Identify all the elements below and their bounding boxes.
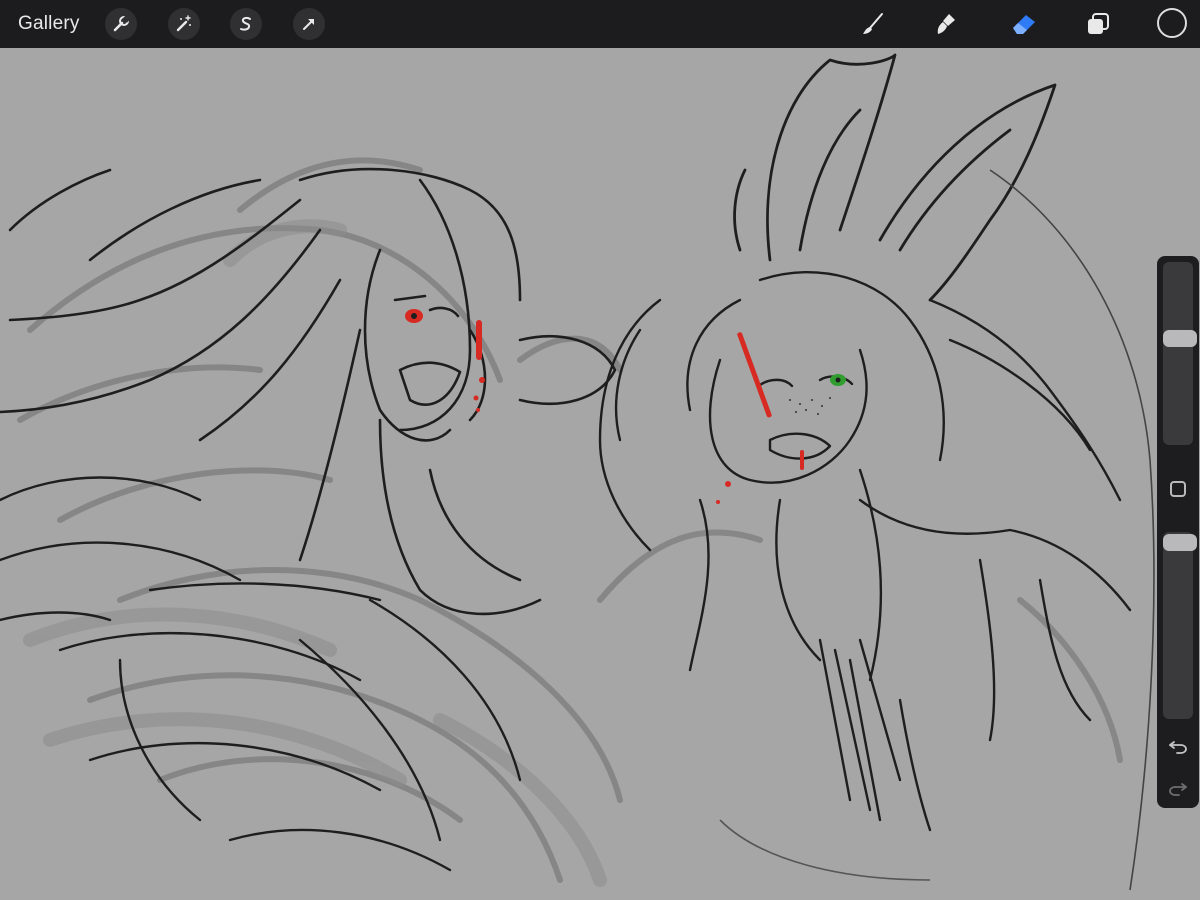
procreate-app: Gallery xyxy=(0,0,1200,900)
gallery-button[interactable]: Gallery xyxy=(18,12,80,36)
layers-button[interactable] xyxy=(1082,8,1114,40)
top-toolbar: Gallery xyxy=(0,0,1200,48)
wrench-icon xyxy=(113,15,130,32)
brush-icon xyxy=(863,13,883,34)
undo-icon xyxy=(1169,741,1187,754)
sketch-artwork xyxy=(0,53,1155,891)
arrow-cursor-icon xyxy=(303,19,314,30)
opacity-slider[interactable] xyxy=(1163,532,1197,719)
adjustments-button[interactable] xyxy=(168,8,200,40)
green-eye-detail xyxy=(830,374,846,386)
modify-button[interactable] xyxy=(1170,481,1186,497)
redo-button[interactable] xyxy=(1166,776,1190,800)
brush-size-thumb[interactable] xyxy=(1163,330,1197,347)
drawing-canvas[interactable] xyxy=(0,48,1200,900)
smudge-icon xyxy=(937,14,955,34)
red-eye-detail xyxy=(405,309,423,323)
selection-button[interactable] xyxy=(230,8,262,40)
redo-icon xyxy=(1169,783,1187,796)
brush-tool-button[interactable] xyxy=(857,8,889,40)
smudge-tool-button[interactable] xyxy=(930,8,962,40)
magic-wand-icon xyxy=(176,15,191,32)
undo-button[interactable] xyxy=(1166,734,1190,758)
actions-button[interactable] xyxy=(105,8,137,40)
opacity-thumb[interactable] xyxy=(1163,534,1197,551)
selection-s-icon xyxy=(240,16,251,31)
eraser-tool-button[interactable] xyxy=(1008,8,1040,40)
sidebar-panel xyxy=(1157,256,1199,808)
eraser-icon xyxy=(1013,15,1035,34)
transform-button[interactable] xyxy=(293,8,325,40)
brush-size-slider[interactable] xyxy=(1163,262,1197,445)
layers-icon xyxy=(1088,13,1109,34)
color-picker-button[interactable] xyxy=(1157,8,1187,38)
